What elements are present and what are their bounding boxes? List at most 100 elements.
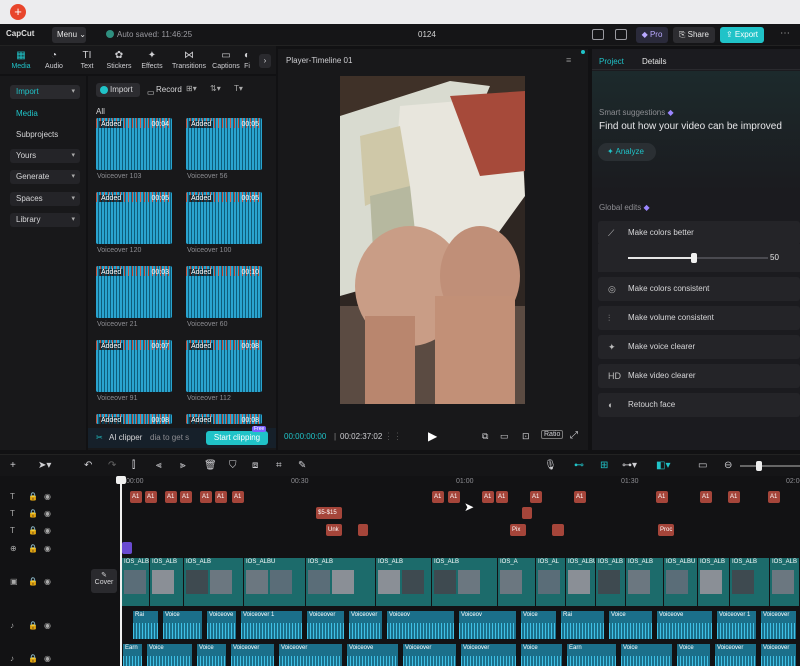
text-clip[interactable]: A1 bbox=[432, 491, 444, 503]
redo-icon[interactable]: ↷ bbox=[108, 460, 116, 471]
magnet-icon[interactable]: ⊞ bbox=[600, 460, 608, 471]
sort-icon[interactable]: ⇅▾ bbox=[210, 84, 221, 93]
play-icon[interactable]: ▶ bbox=[428, 429, 437, 443]
split-right-icon[interactable]: ⫸ bbox=[180, 460, 186, 471]
eye-icon[interactable]: ◉ bbox=[44, 577, 51, 586]
lock-icon[interactable]: 🔒 bbox=[28, 654, 38, 663]
media-thumbnail[interactable]: Added 00:05 bbox=[96, 192, 172, 244]
sidebar-item-generate[interactable]: Generate ▾ bbox=[10, 170, 80, 184]
shortcuts-icon[interactable] bbox=[615, 29, 627, 40]
text-clip[interactable]: A1 bbox=[215, 491, 227, 503]
audio-clip[interactable]: Voice bbox=[676, 644, 710, 666]
export-button[interactable]: ⇪ Export bbox=[720, 27, 764, 43]
crop-icon[interactable]: ⧉ bbox=[482, 431, 488, 442]
audio-clip[interactable]: Voiceover bbox=[230, 644, 274, 666]
video-clip[interactable]: IOS_ALBU bbox=[664, 558, 697, 606]
text-clip[interactable] bbox=[522, 507, 532, 519]
lock-icon[interactable]: 🔒 bbox=[28, 526, 38, 535]
eye-icon[interactable]: ◉ bbox=[44, 544, 51, 553]
sidebar-item-library[interactable]: Library ▾ bbox=[10, 213, 80, 227]
audio-clip[interactable]: Voiceover bbox=[760, 611, 796, 639]
playhead[interactable] bbox=[120, 476, 122, 666]
eye-icon[interactable]: ◉ bbox=[44, 509, 51, 518]
cover-button[interactable]: ✎ Cover bbox=[91, 569, 117, 593]
text-clip[interactable]: A1 bbox=[180, 491, 192, 503]
split-left-icon[interactable]: ⫷ bbox=[156, 460, 162, 471]
sidebar-item-spaces[interactable]: Spaces ▾ bbox=[10, 192, 80, 206]
text-clip[interactable]: A1 bbox=[574, 491, 586, 503]
edit-make-voice-clearer[interactable]: ✦ Make voice clearer bbox=[598, 335, 800, 359]
audio-clip[interactable]: Voiceover bbox=[460, 644, 516, 666]
audio-clip[interactable]: Voiceove bbox=[346, 644, 398, 666]
video-clip[interactable]: IOS_AL bbox=[536, 558, 565, 606]
lock-icon[interactable]: 🔒 bbox=[28, 577, 38, 586]
audio-clip[interactable]: Voiceover bbox=[714, 644, 756, 666]
audio-clip[interactable]: Rai bbox=[132, 611, 158, 639]
video-preview[interactable] bbox=[340, 76, 525, 404]
video-clip[interactable]: IOS_ALB bbox=[306, 558, 375, 606]
tab-project[interactable]: Project bbox=[599, 57, 624, 66]
lock-icon[interactable]: 🔒 bbox=[28, 621, 38, 630]
pro-button[interactable]: ◆ Pro bbox=[636, 27, 668, 43]
tab-transitions[interactable]: ⋈ Transitions bbox=[170, 50, 208, 70]
undo-icon[interactable]: ↶ bbox=[84, 460, 92, 471]
audio-clip[interactable]: Voice bbox=[146, 644, 192, 666]
tab-audio[interactable]: ◔ Audio bbox=[37, 50, 71, 70]
tab-text[interactable]: TI Text bbox=[70, 50, 104, 70]
media-thumbnail[interactable]: Added 00:05 bbox=[186, 192, 262, 244]
slider-value[interactable]: 50 bbox=[770, 253, 779, 262]
text-clip[interactable]: A1 bbox=[200, 491, 212, 503]
audio-clip[interactable]: Voiceover bbox=[760, 644, 796, 666]
text-clip[interactable]: A1 bbox=[728, 491, 740, 503]
audio-clip[interactable]: Voiceover bbox=[402, 644, 456, 666]
video-clip[interactable]: IOS_A bbox=[498, 558, 535, 606]
tab-details[interactable]: Details bbox=[642, 57, 666, 66]
project-name[interactable]: 0124 bbox=[418, 30, 436, 39]
text-clip[interactable]: A1 bbox=[496, 491, 508, 503]
filter-all[interactable]: All bbox=[96, 107, 105, 116]
audio-clip[interactable]: Voice bbox=[196, 644, 226, 666]
audio-clip[interactable]: Voiceov bbox=[386, 611, 454, 639]
edit-make-video-clearer[interactable]: HD Make video clearer bbox=[598, 364, 800, 388]
audio-clip[interactable]: Voiceover bbox=[348, 611, 382, 639]
video-clip[interactable]: IOS_ALB bbox=[698, 558, 729, 606]
media-thumbnail[interactable]: Added 00:08 bbox=[186, 340, 262, 392]
audio-clip[interactable]: Earn bbox=[122, 644, 142, 666]
sidebar-item-subprojects[interactable]: Subprojects bbox=[10, 128, 80, 142]
delete-icon[interactable]: 🗑 bbox=[204, 460, 217, 471]
more-icon[interactable]: ⋯ bbox=[780, 28, 790, 39]
audio-clip[interactable]: Earn bbox=[566, 644, 616, 666]
media-thumbnail[interactable]: Added 00:10 bbox=[186, 266, 262, 318]
text-clip[interactable] bbox=[358, 524, 368, 536]
screenshot-icon[interactable]: ⊡ bbox=[522, 431, 530, 442]
eye-icon[interactable]: ◉ bbox=[44, 492, 51, 501]
video-clip[interactable]: IOS_ALB bbox=[432, 558, 497, 606]
lock-icon[interactable]: 🔒 bbox=[28, 492, 38, 501]
media-thumbnail[interactable]: Added 00:08 bbox=[186, 414, 262, 424]
text-clip[interactable]: Proc bbox=[658, 524, 674, 536]
eye-icon[interactable]: ◉ bbox=[44, 654, 51, 663]
audio-clip[interactable]: Voice bbox=[620, 644, 672, 666]
video-clip[interactable]: IOS_ALB bbox=[376, 558, 431, 606]
text-clip[interactable] bbox=[552, 524, 564, 536]
caption-icon[interactable]: ▭ bbox=[698, 460, 707, 471]
crop-icon[interactable]: ⌗ bbox=[276, 460, 282, 471]
video-clip[interactable]: IOS_ALB bbox=[184, 558, 243, 606]
chevron-right-icon[interactable]: › bbox=[259, 54, 271, 68]
text-clip[interactable]: Unk bbox=[326, 524, 342, 536]
pen-icon[interactable]: ✎ bbox=[298, 460, 306, 471]
text-clip[interactable]: A1 bbox=[232, 491, 244, 503]
select-tool-icon[interactable]: ➤▾ bbox=[38, 460, 51, 471]
edit-retouch-face[interactable]: ◐ Retouch face bbox=[598, 393, 800, 417]
zoom-out-icon[interactable]: ⊖ bbox=[724, 460, 732, 471]
audio-clip[interactable]: Voiceove bbox=[206, 611, 236, 639]
video-clip[interactable]: IOS_ALBU bbox=[244, 558, 305, 606]
analyze-button[interactable]: ✦ Analyze bbox=[598, 143, 656, 161]
zoom-handle[interactable] bbox=[756, 461, 762, 471]
audio-clip[interactable]: Voiceover 1 bbox=[240, 611, 302, 639]
video-clip[interactable]: IOS_ALB bbox=[770, 558, 799, 606]
video-clip[interactable]: IOS_ALBU bbox=[122, 558, 149, 606]
eye-icon[interactable]: ◉ bbox=[44, 621, 51, 630]
text-clip[interactable]: Pix bbox=[510, 524, 526, 536]
audio-clip[interactable]: Voice bbox=[520, 611, 556, 639]
